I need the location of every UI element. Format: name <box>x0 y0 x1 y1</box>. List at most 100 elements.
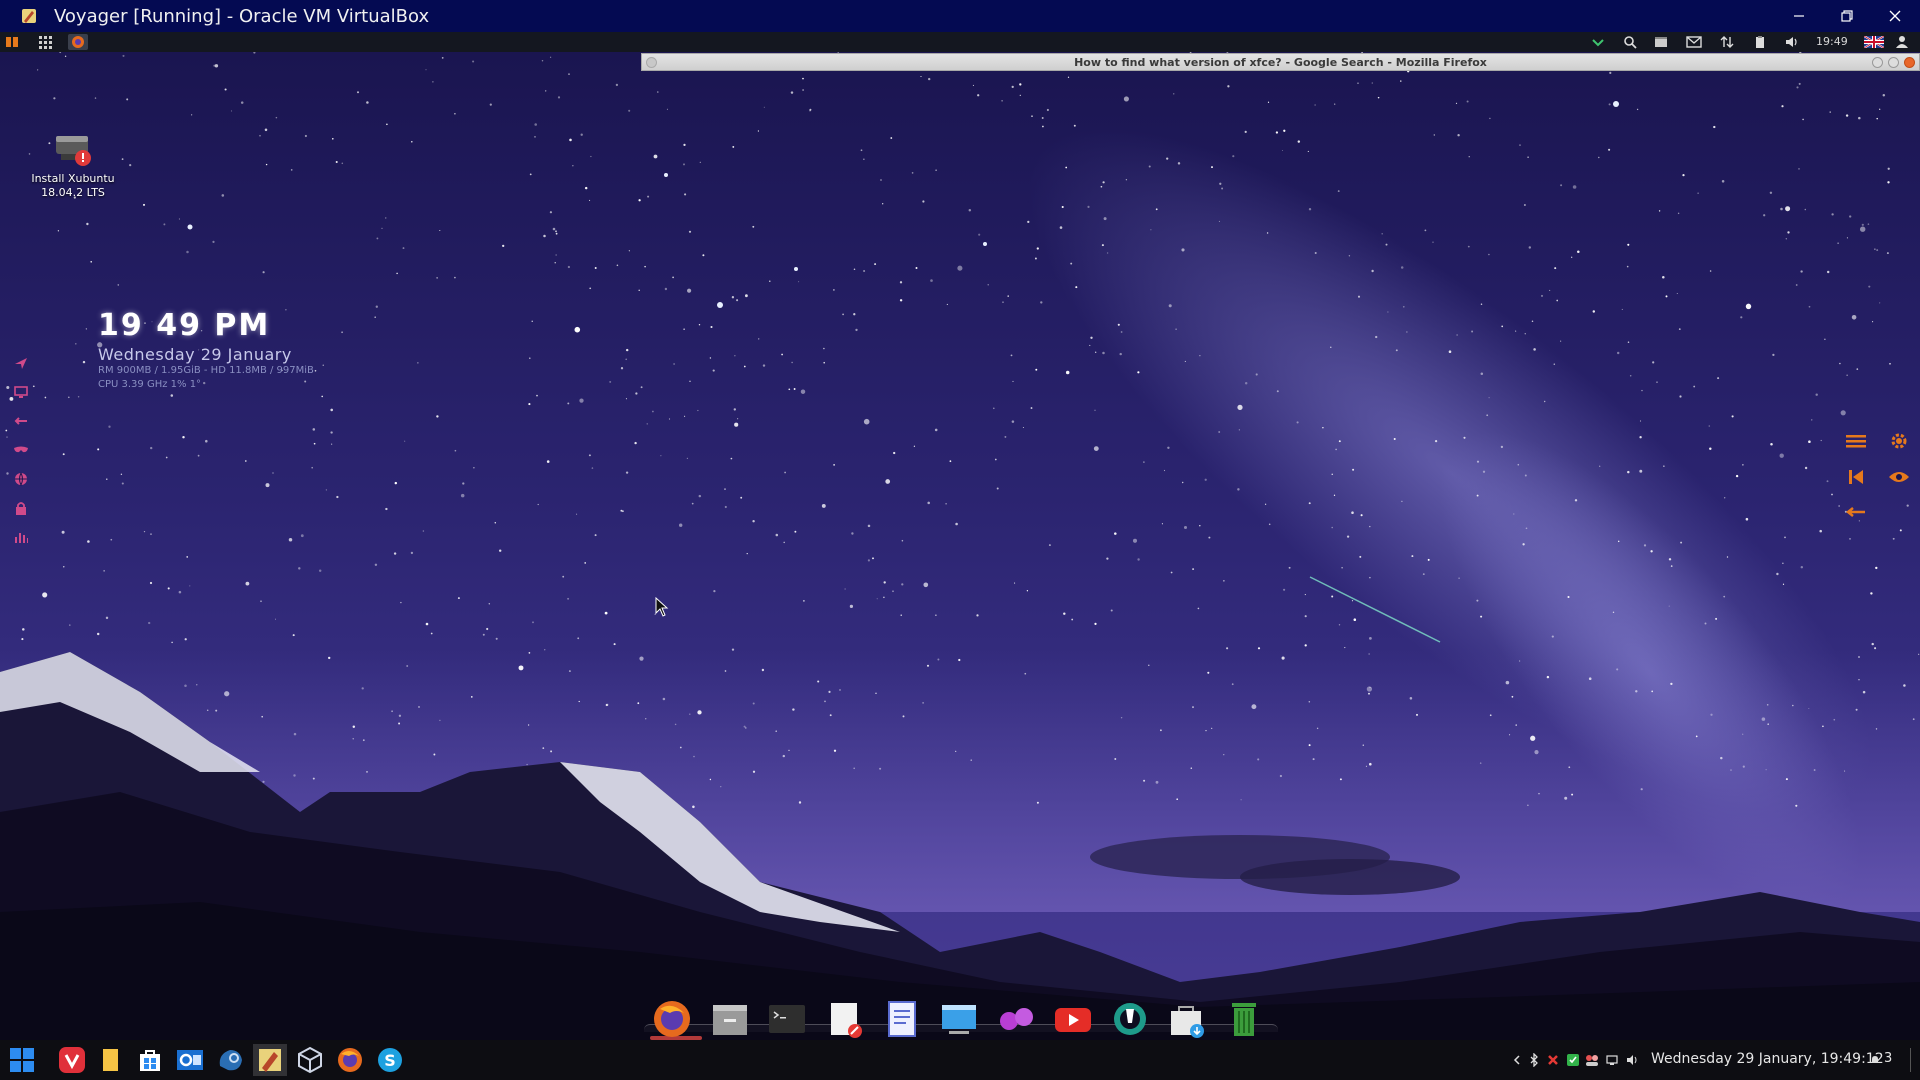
mail-icon[interactable] <box>1686 34 1702 50</box>
dock-trash[interactable] <box>1222 997 1266 1041</box>
taskbar-steam[interactable] <box>213 1044 247 1076</box>
dock-dual-apps[interactable] <box>994 997 1038 1041</box>
firefox-panel-icon[interactable] <box>68 34 88 50</box>
back-arrow-right-panel-icon[interactable] <box>1845 501 1867 523</box>
notification-bell-icon[interactable] <box>1868 1053 1882 1067</box>
youtube-icon <box>1055 1008 1091 1032</box>
mouse-cursor-icon <box>655 597 669 617</box>
error-x-icon[interactable] <box>1546 1053 1560 1067</box>
taskbar-clock[interactable]: Wednesday 29 January, 19:49:12 <box>1651 1051 1884 1067</box>
dock-display[interactable] <box>937 997 981 1041</box>
screen-icon[interactable] <box>12 383 30 401</box>
firefox-close-button[interactable] <box>1904 57 1915 68</box>
virtualbox-titlebar[interactable]: Voyager [Running] - Oracle VM VirtualBox <box>0 0 1920 32</box>
display-icon <box>942 1005 976 1034</box>
taskbar-firefox[interactable] <box>333 1044 367 1076</box>
wallpaper-night-sky <box>0 52 1920 1040</box>
show-desktop-button[interactable] <box>1910 1048 1920 1072</box>
windows-logo-icon <box>10 1048 34 1072</box>
vivaldi-icon <box>59 1047 85 1073</box>
conky-cpu: CPU 3.39 GHz 1% 1° <box>98 379 202 390</box>
firefox-minimize-button[interactable] <box>1872 57 1883 68</box>
outlook-icon <box>177 1050 203 1070</box>
eye-icon[interactable] <box>1888 466 1910 488</box>
store-bag-icon <box>140 1050 160 1071</box>
lock-icon[interactable] <box>12 499 30 517</box>
minimize-button[interactable] <box>1775 0 1823 32</box>
conky-widget: 19 49 PM Wednesday 29 January RM 900MB /… <box>98 308 314 392</box>
virtualbox-icon <box>259 1049 281 1072</box>
tray-overflow-chevron-icon[interactable] <box>1510 1053 1524 1067</box>
app-grid-icon[interactable] <box>37 34 53 50</box>
window-menu-icon[interactable] <box>646 57 657 68</box>
dock-youtube[interactable] <box>1051 997 1095 1041</box>
transfer-icon[interactable] <box>1719 34 1735 50</box>
speaker-icon[interactable] <box>1625 1053 1639 1067</box>
close-button[interactable] <box>1871 0 1919 32</box>
window-title: Voyager [Running] - Oracle VM VirtualBox <box>54 5 430 27</box>
back-arrow-icon[interactable] <box>12 412 30 430</box>
svg-text:S: S <box>384 1051 396 1070</box>
globe-icon[interactable] <box>12 470 30 488</box>
mask-icon[interactable] <box>12 441 30 459</box>
dock-document-viewer[interactable] <box>880 997 924 1041</box>
settings-wrench-icon <box>1114 1003 1146 1035</box>
bluetooth-icon[interactable] <box>1527 1053 1541 1067</box>
volume-icon[interactable] <box>1783 34 1799 50</box>
dock-settings-manager[interactable] <box>1108 997 1152 1041</box>
clipboard-icon[interactable] <box>1752 34 1768 50</box>
dock-software-center[interactable] <box>1165 997 1209 1041</box>
panel-clock[interactable]: 19:49 <box>1816 33 1848 51</box>
airplane-icon[interactable] <box>12 354 30 372</box>
usb-drive-install-icon <box>56 136 91 166</box>
taskbar-files[interactable] <box>93 1044 127 1076</box>
terminal-icon <box>769 1005 805 1033</box>
close-icon <box>1889 10 1901 22</box>
firefox-taskbar-icon <box>338 1048 362 1072</box>
restore-button[interactable] <box>1823 0 1871 32</box>
desktop[interactable]: Install Xubuntu 18.04.2 LTS 19 49 PM Wed… <box>0 52 1920 1040</box>
dock-text-editor[interactable] <box>823 997 867 1041</box>
bar-chart-icon[interactable] <box>12 528 30 546</box>
document-icon <box>888 1001 916 1037</box>
shield-check-icon[interactable] <box>1566 1053 1580 1067</box>
cube-icon <box>298 1046 322 1074</box>
uk-flag-icon[interactable] <box>1864 34 1884 50</box>
firefox-window-title: How to find what version of xfce? - Goog… <box>1074 55 1487 69</box>
firefox-shaded-window[interactable]: How to find what version of xfce? - Goog… <box>641 53 1920 71</box>
dual-apps-icon <box>1000 1008 1033 1030</box>
taskbar-virtualbox[interactable] <box>253 1044 287 1076</box>
user-icon[interactable] <box>1894 34 1910 50</box>
taskbar: S Wednesday 29 January, 19:49:12 3 <box>0 1040 1920 1080</box>
dock-terminal[interactable] <box>765 997 809 1041</box>
whisker-menu-icon[interactable] <box>4 34 20 50</box>
file-manager-icon <box>713 1005 747 1035</box>
taskbar-vivaldi[interactable] <box>55 1044 89 1076</box>
install-xubuntu-desktop-icon[interactable]: Install Xubuntu 18.04.2 LTS <box>28 128 118 200</box>
minimize-icon <box>1794 15 1804 17</box>
taskbar-skype[interactable]: S <box>373 1044 407 1076</box>
skip-back-icon[interactable] <box>1845 466 1867 488</box>
monitor-icon[interactable] <box>1605 1053 1619 1067</box>
people-icon[interactable] <box>1585 1053 1599 1067</box>
hamburger-menu-icon[interactable] <box>1845 430 1867 452</box>
taskbar-outlook[interactable] <box>173 1044 207 1076</box>
desktop-icon-label-line1: Install Xubuntu <box>31 172 115 185</box>
text-editor-icon <box>831 1003 862 1038</box>
trash-icon <box>1232 1003 1256 1036</box>
firefox-icon <box>654 1001 690 1037</box>
dock-firefox[interactable] <box>650 997 694 1041</box>
dock-file-manager[interactable] <box>708 997 752 1041</box>
gear-icon[interactable] <box>1888 430 1910 452</box>
windows-start-button[interactable] <box>5 1044 39 1076</box>
taskbar-3d-viewer[interactable] <box>293 1044 327 1076</box>
network-check-icon[interactable] <box>1590 34 1606 50</box>
xfce-top-panel: 19:49 <box>0 32 1920 52</box>
steam-icon <box>219 1050 242 1071</box>
firefox-maximize-button[interactable] <box>1888 57 1899 68</box>
window-list-icon[interactable] <box>1653 34 1669 50</box>
search-icon[interactable] <box>1622 34 1638 50</box>
conky-date: Wednesday 29 January <box>98 345 292 364</box>
taskbar-store[interactable] <box>133 1044 167 1076</box>
virtualbox-app-icon <box>22 9 36 23</box>
